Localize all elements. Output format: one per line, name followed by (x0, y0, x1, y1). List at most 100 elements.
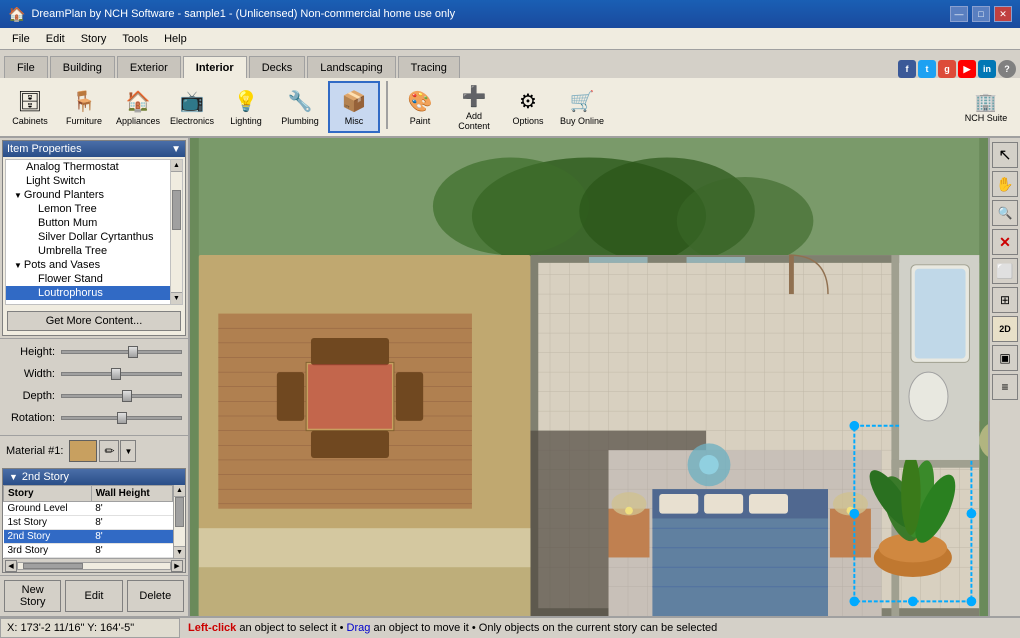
zoom-button[interactable]: 🔍 (992, 200, 1018, 226)
tree-item-button-mum[interactable]: Button Mum (6, 216, 170, 230)
menu-button[interactable]: ≡ (992, 374, 1018, 400)
story-panel: 2nd Story Story Wall Height Ground (2, 468, 186, 573)
tab-decks[interactable]: Decks (249, 56, 306, 78)
tree-scroll-up[interactable]: ▲ (171, 160, 182, 172)
add-content-label: Add Content (451, 111, 497, 131)
hand-tool-button[interactable]: ✋ (992, 171, 1018, 197)
hscroll-left-button[interactable]: ◀ (5, 560, 17, 572)
story-panel-header[interactable]: 2nd Story (3, 469, 185, 485)
delete-button[interactable]: ✕ (992, 229, 1018, 255)
app-icon: 🏠 (8, 6, 25, 23)
menu-help[interactable]: Help (156, 31, 195, 47)
select-cursor-button[interactable]: ↖ (992, 142, 1018, 168)
height-slider[interactable] (61, 350, 182, 354)
tree-item-umbrella-tree[interactable]: Umbrella Tree (6, 244, 170, 258)
tree-item-light-switch[interactable]: Light Switch (6, 174, 170, 188)
height-thumb[interactable] (128, 346, 138, 358)
story-table: Story Wall Height Ground Level 8' 1st St… (3, 485, 173, 558)
panel-collapse-icon[interactable]: ▼ (171, 144, 181, 155)
edit-story-button[interactable]: Edit (65, 580, 122, 612)
misc-button[interactable]: 📦 Misc (328, 81, 380, 133)
silver-dollar-label: Silver Dollar Cyrtanthus (38, 231, 154, 243)
select-box-button[interactable]: ⬜ (992, 258, 1018, 284)
youtube-icon[interactable]: ▶ (958, 60, 976, 78)
twitter-icon[interactable]: t (918, 60, 936, 78)
menu-tools[interactable]: Tools (114, 31, 156, 47)
tree-item-silver-dollar[interactable]: Silver Dollar Cyrtanthus (6, 230, 170, 244)
tree-item-analog-thermostat[interactable]: Analog Thermostat (6, 160, 170, 174)
tree-item-pots-and-vases[interactable]: ▼ Pots and Vases (6, 258, 170, 272)
maximize-button[interactable]: □ (972, 6, 990, 22)
item-properties-header: Item Properties ▼ (3, 141, 185, 157)
depth-thumb[interactable] (122, 390, 132, 402)
menu-file[interactable]: File (4, 31, 38, 47)
lighting-button[interactable]: 💡 Lighting (220, 81, 272, 133)
tab-file[interactable]: File (4, 56, 48, 78)
google-icon[interactable]: g (938, 60, 956, 78)
tab-building[interactable]: Building (50, 56, 115, 78)
tab-landscaping[interactable]: Landscaping (307, 56, 395, 78)
get-more-content-button[interactable]: Get More Content... (7, 311, 181, 331)
options-button[interactable]: ⚙ Options (502, 81, 554, 133)
2d-view-button[interactable]: 2D (992, 316, 1018, 342)
story-scroll-down[interactable]: ▼ (174, 546, 185, 558)
grid-button[interactable]: ⊞ (992, 287, 1018, 313)
width-thumb[interactable] (111, 368, 121, 380)
minimize-button[interactable]: — (950, 6, 968, 22)
appliances-button[interactable]: 🏠 Appliances (112, 81, 164, 133)
menu-edit[interactable]: Edit (38, 31, 73, 47)
cabinets-button[interactable]: 🗄 Cabinets (4, 81, 56, 133)
material-dropdown-button[interactable]: ▼ (120, 440, 136, 462)
story-row-3rd[interactable]: 3rd Story 8' (4, 544, 173, 558)
tree-scroll-down[interactable]: ▼ (171, 292, 182, 304)
new-story-button[interactable]: New Story (4, 580, 61, 612)
width-slider[interactable] (61, 372, 182, 376)
electronics-button[interactable]: 📺 Electronics (166, 81, 218, 133)
appliances-icon: 🏠 (126, 89, 151, 114)
story-scrollbar[interactable]: ▲ ▼ (173, 485, 185, 558)
umbrella-tree-label: Umbrella Tree (38, 245, 107, 257)
story-row-2nd[interactable]: 2nd Story 8' (4, 530, 173, 544)
tab-interior[interactable]: Interior (183, 56, 247, 78)
hscroll-thumb[interactable] (23, 563, 83, 569)
tree-scroll-thumb[interactable] (172, 190, 181, 230)
paint-button[interactable]: 🎨 Paint (394, 81, 446, 133)
plumbing-icon: 🔧 (288, 89, 313, 114)
canvas-area[interactable]: ✕ ↻ (190, 138, 988, 616)
coordinates-display: X: 173'-2 11/16" Y: 164'-5" (0, 618, 180, 638)
tree-scrollbar[interactable]: ▲ ▼ (170, 160, 182, 304)
plumbing-button[interactable]: 🔧 Plumbing (274, 81, 326, 133)
help-icon[interactable]: ? (998, 60, 1016, 78)
rotation-thumb[interactable] (117, 412, 127, 424)
tab-tracing[interactable]: Tracing (398, 56, 460, 78)
layers-button[interactable]: ▣ (992, 345, 1018, 371)
right-toolbar: ↖ ✋ 🔍 ✕ ⬜ ⊞ 2D ▣ ≡ (988, 138, 1020, 616)
material-swatch[interactable] (69, 440, 97, 462)
story-row-1st[interactable]: 1st Story 8' (4, 516, 173, 530)
tree-item-loutrophorus[interactable]: Loutrophorus (6, 286, 170, 300)
story-scroll-up[interactable]: ▲ (174, 485, 185, 497)
close-button[interactable]: ✕ (994, 6, 1012, 22)
linkedin-icon[interactable]: in (978, 60, 996, 78)
height-label: Height: (6, 346, 61, 358)
depth-slider[interactable] (61, 394, 182, 398)
nch-suite-button[interactable]: 🏢 NCH Suite (956, 81, 1016, 133)
delete-story-button[interactable]: Delete (127, 580, 184, 612)
hscroll-right-button[interactable]: ▶ (171, 560, 183, 572)
add-content-button[interactable]: ➕ Add Content (448, 81, 500, 133)
light-switch-label: Light Switch (26, 175, 85, 187)
facebook-icon[interactable]: f (898, 60, 916, 78)
tab-exterior[interactable]: Exterior (117, 56, 181, 78)
tree-item-ground-planters[interactable]: ▼ Ground Planters (6, 188, 170, 202)
width-label: Width: (6, 368, 61, 380)
story-row-ground[interactable]: Ground Level 8' (4, 502, 173, 516)
tree-item-lemon-tree[interactable]: Lemon Tree (6, 202, 170, 216)
rotation-slider[interactable] (61, 416, 182, 420)
story-scroll-thumb[interactable] (175, 497, 184, 527)
material-edit-button[interactable]: ✏ (99, 440, 119, 462)
furniture-button[interactable]: 🪑 Furniture (58, 81, 110, 133)
menu-story[interactable]: Story (73, 31, 115, 47)
floor-plan-canvas[interactable]: ✕ ↻ (190, 138, 988, 616)
buy-online-button[interactable]: 🛒 Buy Online (556, 81, 608, 133)
tree-item-flower-stand[interactable]: Flower Stand (6, 272, 170, 286)
